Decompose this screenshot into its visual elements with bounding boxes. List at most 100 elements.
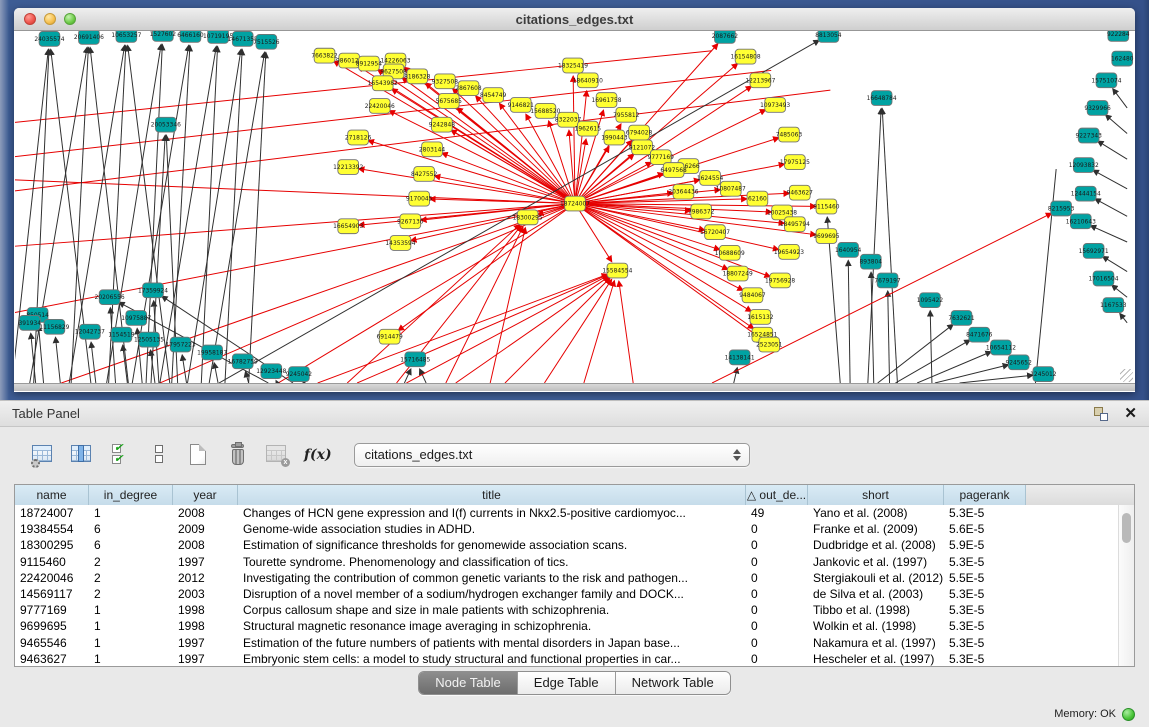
graph-node[interactable]: 1154519 [108,327,135,342]
graph-node[interactable]: 7632621 [948,311,975,326]
graph-node[interactable]: 7955812 [613,107,640,122]
graph-node[interactable]: 17957223 [166,337,196,352]
graph-node[interactable]: 8186328 [404,69,431,84]
new-column-icon[interactable] [186,442,212,468]
graph-node[interactable]: 2523051 [756,337,783,352]
graph-node[interactable]: 12505135 [134,332,164,347]
clear-selection-icon[interactable] [147,442,173,468]
graph-node[interactable]: 391934 [18,315,41,330]
graph-node[interactable]: 5675685 [436,94,463,109]
table-row[interactable]: 911546021997Tourette syndrome. Phenomeno… [15,554,1118,570]
delete-column-icon[interactable] [225,442,251,468]
table-row[interactable]: 946554611997Estimation of the future num… [15,635,1118,651]
column-header-year[interactable]: year [173,485,238,505]
graph-node[interactable]: 9327508 [432,74,459,89]
select-all-icon[interactable] [108,442,134,468]
graph-node[interactable]: 16654903 [333,219,363,234]
graph-node[interactable]: 16961758 [592,93,622,108]
graph-node[interactable]: 15688520 [530,103,560,118]
graph-node[interactable]: 9227343 [1076,128,1103,143]
graph-node[interactable]: 9245652 [1006,355,1033,370]
column-header-in_degree[interactable]: in_degree [89,485,173,505]
graph-node[interactable]: 2867608 [455,81,482,96]
graph-node[interactable]: 8454749 [480,88,507,103]
graph-node[interactable]: 8813054 [815,31,842,42]
graph-node[interactable]: 18325419 [558,58,588,73]
graph-node[interactable]: 16648784 [867,91,897,106]
graph-node[interactable]: 12213967 [745,73,775,88]
graph-node[interactable]: 15716485 [400,352,430,367]
graph-node[interactable]: 2087662 [712,31,739,43]
graph-node[interactable]: 7485063 [776,127,803,142]
table-row[interactable]: 946362711997Embryonic stem cells: a mode… [15,651,1118,666]
graph-node[interactable]: 1527602 [150,31,177,41]
graph-node[interactable]: 8215953 [1048,201,1075,216]
column-visibility-icon[interactable] [69,442,95,468]
network-view-canvas[interactable]: 1872400718300295766382298601288912954142… [15,31,1134,383]
graph-node[interactable]: 10653257 [111,31,141,42]
citation-network-graph[interactable]: 1872400718300295766382298601288912954142… [15,31,1134,383]
graph-node[interactable]: 6794028 [626,125,653,140]
graph-node[interactable]: 1962615 [575,121,602,136]
graph-node[interactable]: 9484067 [739,288,766,303]
graph-node[interactable]: 9245042 [286,367,313,382]
tab-node-table[interactable]: Node Table [419,672,518,694]
graph-node[interactable]: 20364436 [668,184,698,199]
graph-node[interactable]: 1095422 [917,293,944,308]
graph-node[interactable]: 15584554 [602,263,632,278]
column-header-out_de[interactable]: △ out_de... [746,485,808,505]
graph-node[interactable]: 17975125 [780,155,810,170]
window-resize-grip[interactable] [1120,369,1133,382]
graph-node[interactable]: 1615132 [747,310,774,325]
graph-node[interactable]: 10807487 [716,181,746,196]
graph-node[interactable]: 7663822 [311,48,338,63]
graph-node[interactable]: 11156829 [39,319,69,334]
graph-node[interactable]: 17359924 [138,283,168,298]
table-row[interactable]: 977716911998Corpus callosum shape and si… [15,602,1118,618]
graph-node[interactable]: 14353594 [385,236,415,251]
graph-node[interactable]: 1167533 [1100,298,1127,313]
graph-node[interactable]: 6466160 [177,31,204,42]
graph-node[interactable]: 9170045 [406,191,433,206]
window-titlebar[interactable]: citations_edges.txt [14,8,1135,31]
table-row[interactable]: 2242004622012Investigating the contribut… [15,570,1118,586]
graph-node[interactable]: 20691406 [74,31,104,44]
table-row[interactable]: 969969511998Structural magnetic resonanc… [15,618,1118,634]
graph-node[interactable]: 12213392 [333,160,363,175]
graph-node[interactable]: 7986372 [688,204,715,219]
table-row[interactable]: 1830029562008Estimation of significance … [15,537,1118,553]
graph-node[interactable]: 1245012 [1030,367,1057,382]
graph-node[interactable]: 12093832 [1069,158,1099,173]
graph-node[interactable]: 10688609 [715,245,745,260]
table-mode-icon[interactable] [30,442,56,468]
delete-table-icon[interactable] [264,442,290,468]
column-header-name[interactable]: name [15,485,89,505]
graph-node[interactable]: 2803144 [419,142,446,157]
graph-node[interactable]: 10973493 [760,98,790,113]
table-scrollbar[interactable] [1118,505,1134,666]
graph-node[interactable]: 12444154 [1071,186,1101,201]
table-row[interactable]: 1872400712008Changes of HCN gene express… [15,505,1118,521]
tab-network-table[interactable]: Network Table [616,672,730,694]
column-header-pagerank[interactable]: pagerank [944,485,1026,505]
graph-node[interactable]: 12042737 [75,324,105,339]
graph-node[interactable]: 24035574 [34,31,64,46]
graph-node[interactable]: 1624554 [697,171,724,186]
scrollbar-thumb[interactable] [1122,513,1131,543]
graph-node[interactable]: 1990443 [601,130,628,145]
graph-node[interactable]: 19756928 [765,273,795,288]
graph-node[interactable]: 18495794 [780,217,810,232]
graph-node[interactable]: 14138141 [725,350,755,365]
graph-node[interactable]: 9699695 [813,229,840,244]
graph-node[interactable]: 18640910 [573,73,603,88]
graph-node[interactable]: 7515526 [253,34,280,49]
graph-node[interactable]: 162480 [1111,51,1134,66]
graph-node[interactable]: 62160 [747,191,768,206]
graph-node[interactable]: 16154808 [731,49,761,64]
graph-node[interactable]: 2718126 [345,130,372,145]
graph-node[interactable]: 9242848 [429,117,456,132]
graph-node[interactable]: 12923448 [256,364,286,379]
graph-node[interactable]: 8912954 [356,56,383,71]
graph-node[interactable]: 1640954 [835,242,862,257]
graph-node[interactable]: 10654112 [986,340,1016,355]
